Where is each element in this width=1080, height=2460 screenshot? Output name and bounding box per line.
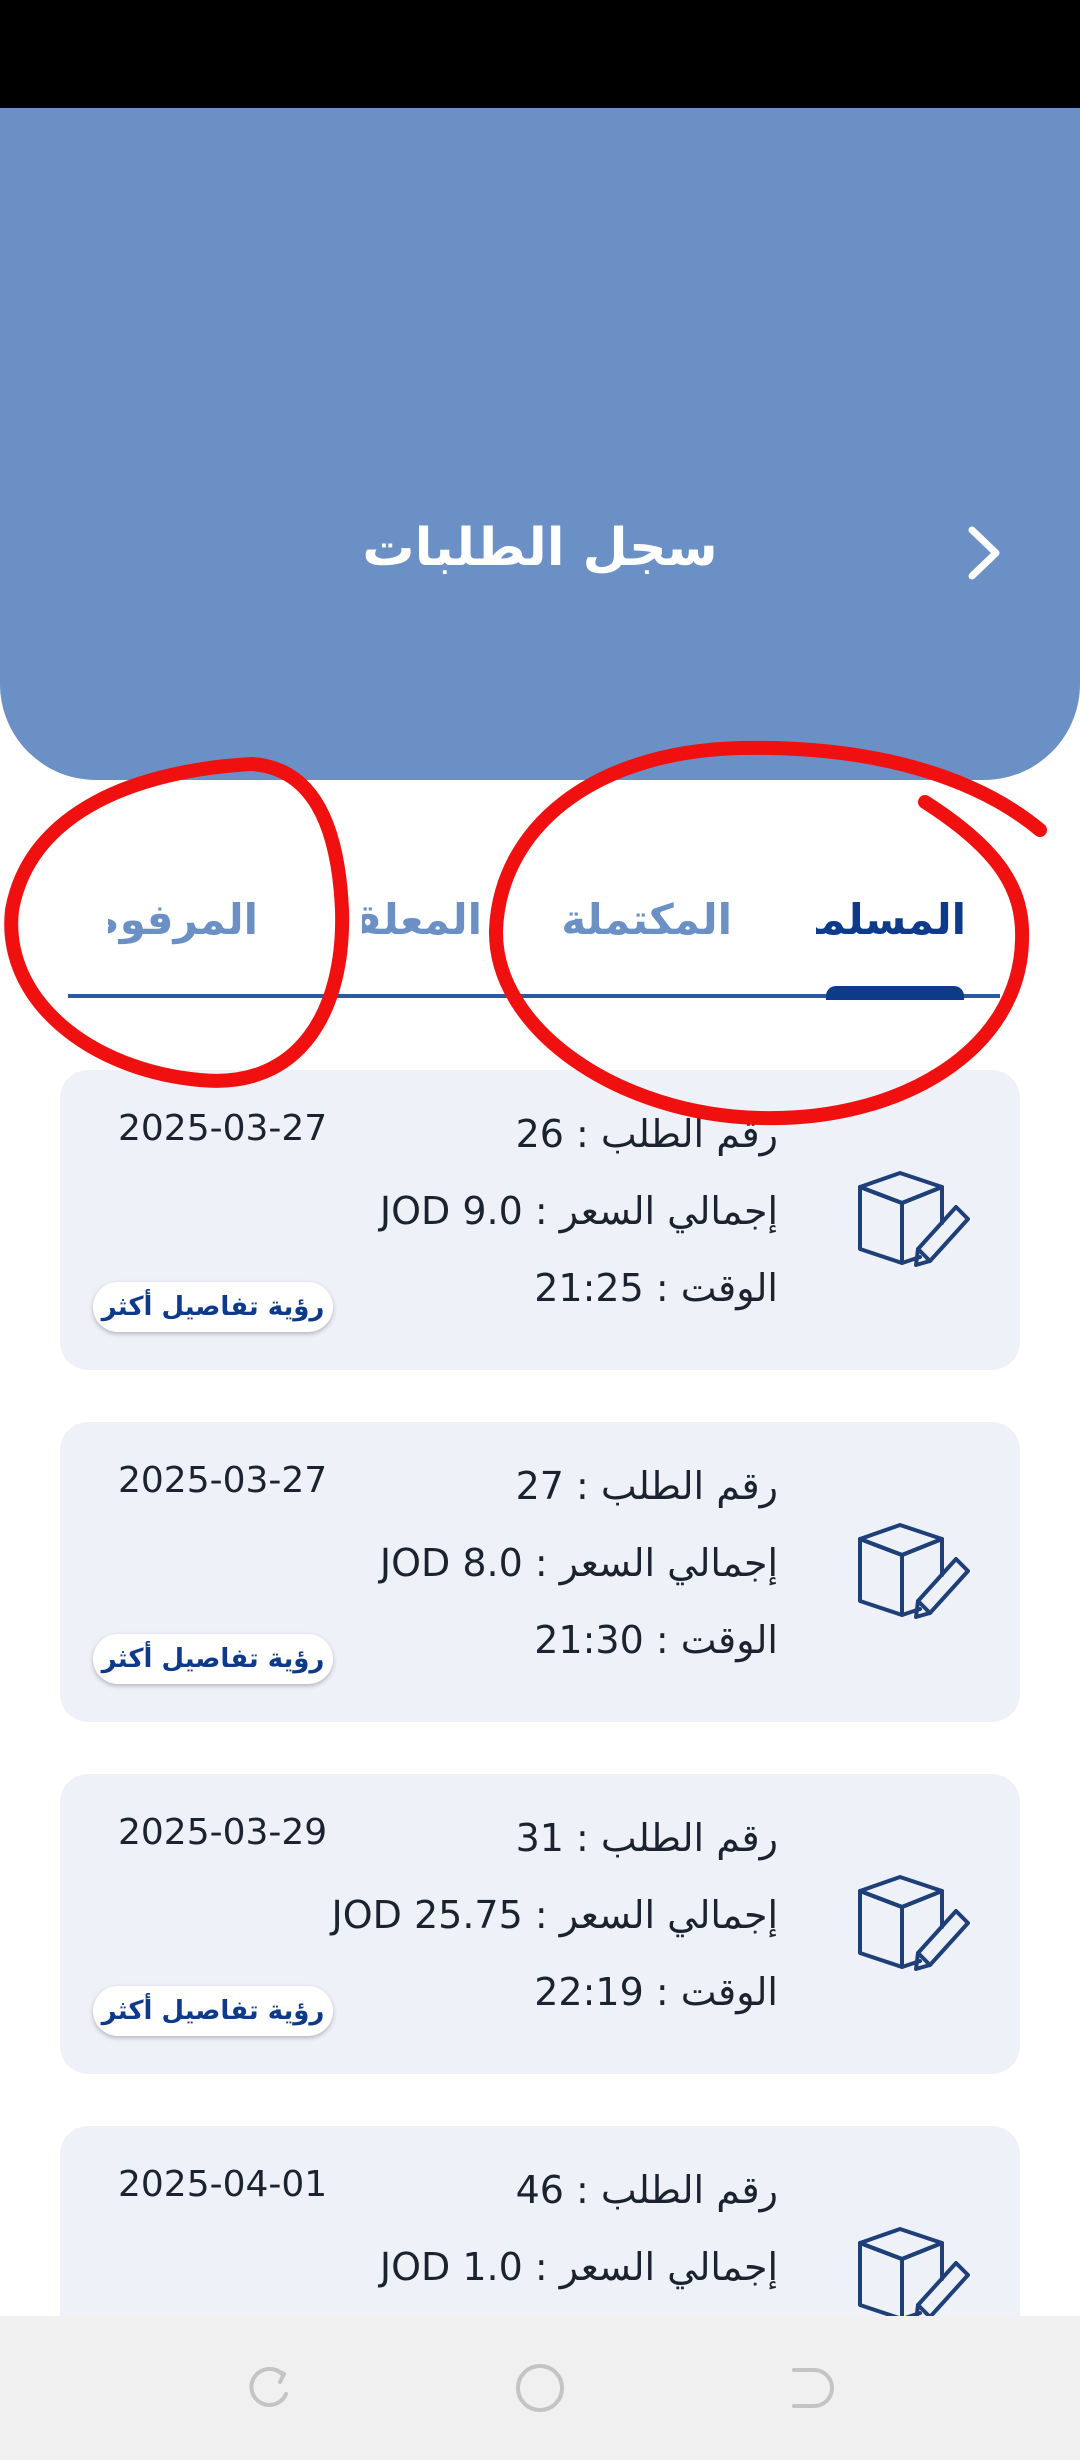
system-nav-bar	[0, 2316, 1080, 2460]
box-pencil-icon	[858, 1523, 970, 1619]
back-button[interactable]	[950, 518, 1020, 588]
order-date: 2025-04-01	[118, 2164, 328, 2205]
order-number-label: رقم الطلب :	[576, 1816, 778, 1860]
time-label: الوقت :	[655, 1618, 778, 1662]
time-label: الوقت :	[655, 1266, 778, 1310]
order-date: 2025-03-29	[118, 1812, 328, 1853]
tab-label: المكتملة	[564, 895, 732, 944]
tab-completed[interactable]: المكتملة	[564, 880, 732, 960]
order-time: 21:25	[534, 1266, 644, 1310]
order-card: رقم الطلب : 46 إجمالي السعر : JOD 1.0 20…	[60, 2126, 1020, 2316]
total-price-label: إجمالي السعر :	[534, 1541, 778, 1585]
box-pencil-icon	[858, 1171, 970, 1267]
order-date: 2025-03-27	[118, 1108, 328, 1149]
order-number-label: رقم الطلب :	[576, 2168, 778, 2212]
order-info: رقم الطلب : 26 إجمالي السعر : JOD 9.0 ال…	[380, 1096, 778, 1327]
tab-pending[interactable]: المعلقة	[362, 880, 482, 960]
order-number: 27	[515, 1464, 564, 1508]
tab-delivered[interactable]: المسلمة	[816, 880, 966, 960]
order-number: 31	[515, 1816, 564, 1860]
total-price: JOD 9.0	[379, 1189, 523, 1233]
total-price: JOD 25.75	[331, 1893, 523, 1937]
page-title: سجل الطلبات	[362, 518, 718, 578]
order-card: رقم الطلب : 26 إجمالي السعر : JOD 9.0 ال…	[60, 1070, 1020, 1370]
home-icon	[516, 2364, 564, 2412]
active-tab-indicator	[826, 986, 964, 1000]
total-price-label: إجمالي السعر :	[534, 2245, 778, 2289]
box-pencil-icon	[858, 2227, 970, 2316]
order-number-label: رقم الطلب :	[576, 1464, 778, 1508]
view-details-button[interactable]: رؤية تفاصيل أكثر	[93, 1986, 333, 2036]
order-number-label: رقم الطلب :	[576, 1112, 778, 1156]
back-nav-button[interactable]	[780, 2360, 836, 2416]
view-details-button[interactable]: رؤية تفاصيل أكثر	[93, 1282, 333, 1332]
time-label: الوقت :	[655, 1970, 778, 2014]
tab-label: المعلقة	[362, 895, 482, 944]
tab-label: المرفوضة	[108, 895, 258, 944]
view-details-button[interactable]: رؤية تفاصيل أكثر	[93, 1634, 333, 1684]
order-number: 46	[515, 2168, 564, 2212]
total-price-label: إجمالي السعر :	[534, 1893, 778, 1937]
tab-label: المسلمة	[816, 895, 966, 944]
recent-apps-button[interactable]	[242, 2360, 298, 2416]
order-card: رقم الطلب : 27 إجمالي السعر : JOD 8.0 ال…	[60, 1422, 1020, 1722]
total-price-label: إجمالي السعر :	[534, 1189, 778, 1233]
chevron-right-icon	[968, 526, 1000, 580]
box-pencil-icon	[858, 1875, 970, 1971]
order-info: رقم الطلب : 31 إجمالي السعر : JOD 25.75 …	[332, 1800, 778, 2031]
order-number: 26	[515, 1112, 564, 1156]
recent-apps-icon	[249, 2366, 288, 2407]
order-card: رقم الطلب : 31 إجمالي السعر : JOD 25.75 …	[60, 1774, 1020, 2074]
order-time: 21:30	[534, 1618, 644, 1662]
back-icon	[792, 2368, 834, 2408]
order-time: 22:19	[534, 1970, 644, 2014]
status-bar	[0, 0, 1080, 108]
order-info: رقم الطلب : 27 إجمالي السعر : JOD 8.0 ال…	[380, 1448, 778, 1679]
total-price: JOD 1.0	[379, 2245, 523, 2289]
home-button[interactable]	[512, 2360, 568, 2416]
header: سجل الطلبات	[0, 108, 1080, 780]
total-price: JOD 8.0	[379, 1541, 523, 1585]
tab-bar: المسلمة المكتملة المعلقة المرفوضة	[0, 840, 1080, 1000]
order-date: 2025-03-27	[118, 1460, 328, 1501]
order-info: رقم الطلب : 46 إجمالي السعر : JOD 1.0	[380, 2152, 778, 2306]
tab-rejected[interactable]: المرفوضة	[108, 880, 258, 960]
